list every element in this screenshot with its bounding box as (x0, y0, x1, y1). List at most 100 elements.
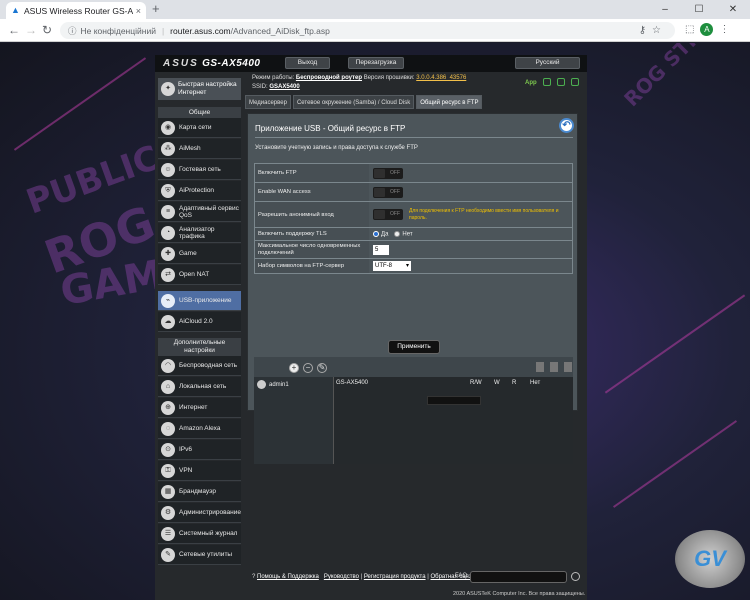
perm-rw-header[interactable]: R/W (470, 380, 482, 386)
page-description: Установите учетную запись и права доступ… (255, 145, 418, 151)
faq-search-icon[interactable] (571, 572, 580, 581)
apply-button[interactable]: Применить (388, 340, 440, 354)
menu-item-firewall[interactable]: ▦ Брандмауэр (158, 482, 241, 502)
user-list: admin1 (254, 377, 334, 464)
ipv6-icon: ⊙ (161, 442, 175, 457)
anonymous-toggle[interactable]: OFF (373, 209, 403, 220)
network-status-icon[interactable] (571, 78, 579, 86)
menu-item-alexa[interactable]: ◌ Amazon Alexa (158, 419, 241, 439)
menu-item-wan[interactable]: ⊕ Интернет (158, 398, 241, 418)
url-field[interactable]: ⓘ Не конфіденційний | router.asus.com/Ad… (60, 22, 675, 39)
deco-line (604, 294, 746, 394)
browser-tab[interactable]: ▲ ASUS Wireless Router GS-AX540 × (6, 2, 146, 19)
qos-icon: ≡ (161, 204, 175, 219)
menu-item-aicloud[interactable]: ☁ AiCloud 2.0 (158, 312, 241, 332)
menu-item-admin[interactable]: ⚙ Администрирование (158, 503, 241, 523)
tls-no-radio[interactable]: Нет (394, 230, 413, 237)
menu-item-ipv6[interactable]: ⊙ IPv6 (158, 440, 241, 460)
ssid-link[interactable]: GSAX5400 (269, 84, 299, 90)
menu-item-wireless[interactable]: ◠ Беспроводная сеть (158, 356, 241, 376)
app-link[interactable]: App (525, 80, 537, 86)
max-connections-input[interactable]: 5 (373, 244, 389, 255)
firmware-link[interactable]: 3.0.0.4.386_43576 (416, 75, 466, 81)
faq-search-input[interactable] (470, 571, 567, 583)
menu-dots-icon[interactable]: ⋮ (719, 24, 729, 35)
modify-folder-icon[interactable] (564, 362, 572, 372)
menu-item-network-map[interactable]: ◉ Карта сети (158, 118, 241, 138)
usb-status-icon[interactable] (543, 78, 551, 86)
tls-yes-radio[interactable]: Да (373, 230, 388, 237)
menu-item-traffic-analyzer[interactable]: ◔ Анализатор трафика (158, 223, 241, 243)
reboot-button[interactable]: Перезагрузка (348, 57, 404, 69)
logout-button[interactable]: Выход (285, 57, 330, 69)
edit-user-icon[interactable]: ✎ (317, 363, 327, 373)
radio-on-icon (373, 230, 379, 237)
ssid-line: SSID: GSAX5400 (252, 84, 300, 90)
minimize-button[interactable]: – (648, 0, 682, 19)
alexa-icon: ◌ (161, 421, 175, 436)
browser-tab-strip: ▲ ASUS Wireless Router GS-AX540 × + – ☐ … (0, 0, 750, 19)
remove-user-icon[interactable]: − (303, 363, 313, 373)
browser-right-icons: ⬚ A ⋮ (685, 23, 729, 36)
close-window-button[interactable]: ✕ (716, 0, 750, 19)
add-user-icon[interactable]: + (289, 363, 299, 373)
enable-ftp-toggle[interactable]: OFF (373, 167, 403, 179)
quick-setup-button[interactable]: ✦ Быстрая настройка Интернет (158, 78, 241, 100)
tab-ftp[interactable]: Общий ресурс в FTP (416, 95, 483, 109)
new-tab-button[interactable]: + (152, 2, 160, 16)
menu-item-vpn[interactable]: ⚿ VPN (158, 461, 241, 481)
ftp-settings-table: Включить FTP OFF Enable WAN access OFF Р… (254, 163, 573, 274)
key-icon[interactable]: ⚷ (639, 25, 652, 36)
menu-item-syslog[interactable]: ☰ Системный журнал (158, 524, 241, 544)
menu-item-network-tools[interactable]: ✎ Сетевые утилиты (158, 545, 241, 565)
not-secure-label: Не конфіденційний (80, 25, 156, 36)
star-icon[interactable]: ☆ (652, 25, 667, 36)
charset-select[interactable]: UTF-8 (373, 261, 411, 271)
close-tab-icon[interactable]: × (136, 6, 141, 16)
share-row[interactable]: GS-AX5400 R/W W R Нет (336, 380, 571, 388)
perm-w-header[interactable]: W (494, 380, 500, 386)
wifi-status-icon[interactable] (557, 78, 565, 86)
lan-icon: ⌂ (161, 379, 175, 394)
menu-item-lan[interactable]: ⌂ Локальная сеть (158, 377, 241, 397)
back-icon[interactable]: ↶ (559, 118, 574, 133)
url-separator: | (161, 25, 165, 36)
forward-arrow-icon[interactable]: → (25, 23, 37, 37)
background-text-4: ROG STRI (619, 43, 712, 112)
wireless-icon: ◠ (161, 358, 175, 373)
content-tabs: Медиасервер Сетевое окружение (Samba) / … (245, 95, 483, 109)
registration-link[interactable]: Регистрация продукта (364, 574, 426, 580)
delete-folder-icon[interactable] (550, 362, 558, 372)
menu-item-qos[interactable]: ≡ Адаптивный сервис QoS (158, 202, 241, 222)
back-arrow-icon[interactable]: ← (8, 23, 20, 37)
radio-off-icon (394, 230, 401, 237)
row-tls: Включить поддержку TLS Да Нет (255, 228, 572, 241)
new-folder-icon[interactable] (536, 362, 544, 372)
menu-item-guest-network[interactable]: ☺ Гостевая сеть (158, 160, 241, 180)
perm-r-header[interactable]: R (512, 380, 516, 386)
operation-mode-link[interactable]: Беспроводной роутер (296, 75, 362, 81)
menu-item-open-nat[interactable]: ⇄ Open NAT (158, 265, 241, 285)
menu-item-aimesh[interactable]: ⁂ AiMesh (158, 139, 241, 159)
help-link[interactable]: Помощь & Поддержка (257, 574, 319, 580)
reload-icon[interactable]: ↻ (42, 23, 52, 37)
enable-wan-toggle[interactable]: OFF (373, 186, 403, 198)
tab-samba[interactable]: Сетевое окружение (Samba) / Cloud Disk (292, 95, 415, 109)
perm-none-header[interactable]: Нет (530, 380, 540, 386)
menu-item-usb-app[interactable]: ⌁ USB-приложение (158, 291, 241, 311)
user-item[interactable]: admin1 (257, 380, 289, 389)
info-icon[interactable]: ⓘ (68, 25, 77, 37)
network-map-icon: ◉ (161, 120, 175, 135)
profile-avatar[interactable]: A (700, 23, 714, 36)
menu-item-game[interactable]: ✚ Game (158, 244, 241, 264)
menu-item-aiprotection[interactable]: ⛨ AiProtection (158, 181, 241, 201)
syslog-icon: ☰ (161, 526, 175, 541)
manual-link[interactable]: Руководство (324, 574, 359, 580)
maximize-button[interactable]: ☐ (682, 0, 716, 19)
tab-media-server[interactable]: Медиасервер (245, 95, 291, 109)
usb-icon: ⌁ (161, 293, 175, 308)
extension-icon[interactable]: ⬚ (685, 24, 694, 35)
language-select[interactable]: Русский (515, 57, 580, 69)
vpn-icon: ⚿ (161, 463, 175, 478)
feedback-link[interactable]: Обратная связь (430, 574, 474, 580)
